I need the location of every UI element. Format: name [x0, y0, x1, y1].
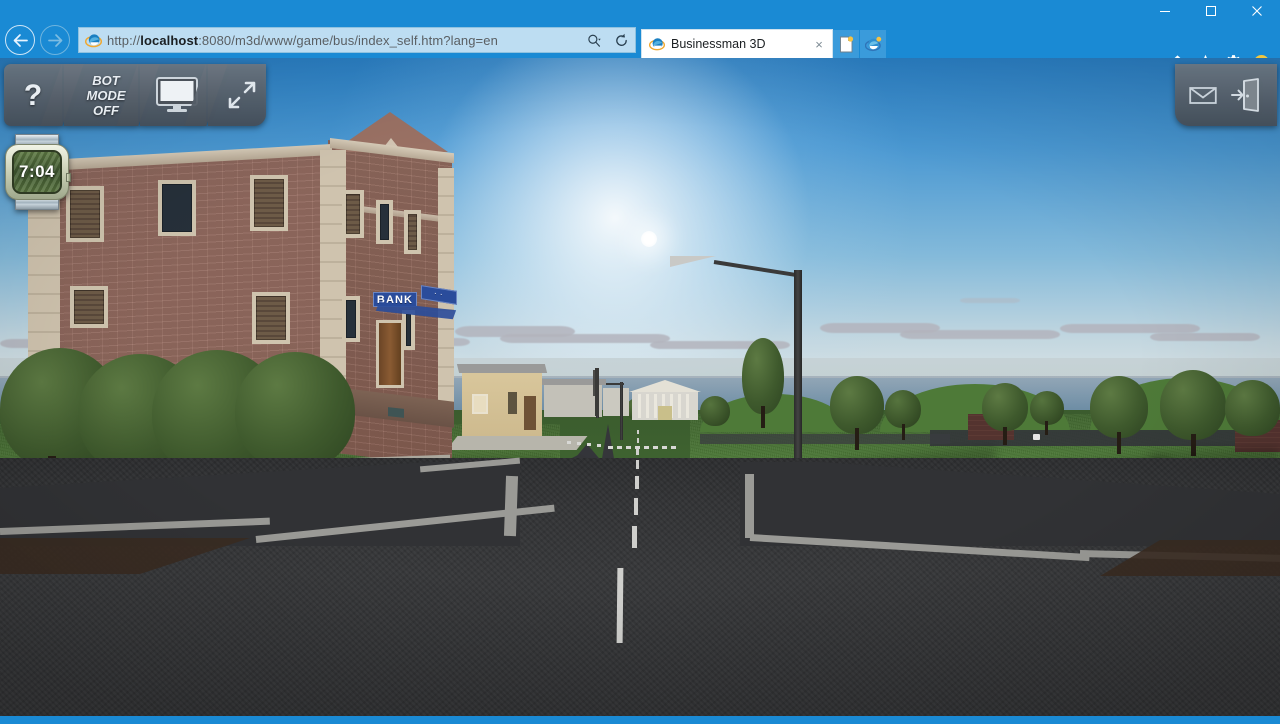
crosswalk-marking	[644, 446, 649, 449]
curb	[745, 474, 754, 538]
crosswalk-marking	[671, 446, 676, 449]
cloud	[1150, 333, 1260, 341]
capitol-building	[628, 380, 702, 422]
bank-window	[250, 175, 288, 231]
back-button[interactable]	[5, 25, 35, 55]
tab-title: Businessman 3D	[671, 37, 766, 51]
bank-window	[342, 296, 360, 342]
ie-logo-icon	[82, 32, 104, 49]
display-mode-button[interactable]	[140, 64, 228, 126]
cream-building-roof	[456, 364, 548, 373]
watch-crown	[66, 173, 71, 182]
bot-mode-button-label: BOT MODE OFF	[86, 72, 126, 118]
curb	[503, 475, 519, 537]
watch-widget[interactable]: 7:04	[4, 134, 71, 210]
exit-door-icon[interactable]	[1231, 78, 1263, 112]
bot-mode-button[interactable]: BOT MODE OFF	[64, 64, 160, 126]
bank-window	[404, 210, 421, 254]
3d-scene: BANK · ·	[0, 58, 1280, 716]
title-bar[interactable]	[0, 0, 1280, 22]
cream-building-window	[508, 392, 517, 414]
url-text: http://localhost:8080/m3d/www/game/bus/i…	[107, 32, 498, 48]
cream-building-window	[472, 394, 488, 414]
bank-window	[252, 292, 290, 344]
address-bar[interactable]: http://localhost:8080/m3d/www/game/bus/i…	[78, 27, 636, 53]
crosswalk-marking	[608, 446, 613, 449]
cloud	[500, 334, 670, 343]
bank-quoin	[438, 168, 454, 404]
maximize-button[interactable]	[1188, 0, 1234, 22]
lane-marking	[634, 498, 638, 515]
resize-arrows-icon	[226, 79, 258, 111]
lane-marking	[616, 567, 624, 644]
cloud	[1060, 324, 1200, 333]
sun	[641, 231, 657, 247]
crosswalk-marking	[617, 446, 622, 449]
fullscreen-button[interactable]	[208, 64, 266, 126]
crosswalk-marking	[635, 446, 640, 449]
browser-window: http://localhost:8080/m3d/www/game/bus/i…	[0, 0, 1280, 724]
help-button[interactable]: ?	[4, 64, 84, 126]
refresh-icon[interactable]	[608, 27, 635, 53]
crosswalk-marking	[662, 446, 667, 449]
bank-window	[376, 200, 393, 244]
distant-building	[603, 388, 629, 416]
cloud	[960, 298, 1020, 303]
ie-logo-icon	[649, 36, 667, 52]
forward-button[interactable]	[40, 25, 70, 55]
minimize-button[interactable]	[1142, 0, 1188, 22]
tab-businessman-3d[interactable]: Businessman 3D ×	[642, 30, 832, 58]
watch-time: 7:04	[18, 162, 56, 181]
street-lamp-head	[670, 256, 716, 267]
tab-strip: Businessman 3D ×	[642, 22, 886, 58]
bank-entrance-door	[376, 320, 404, 388]
cloud	[900, 330, 1060, 339]
crosswalk-marking	[626, 446, 631, 449]
browser-chrome: http://localhost:8080/m3d/www/game/bus/i…	[0, 0, 1280, 70]
bank-window	[158, 180, 196, 236]
ie-new-tab-icon[interactable]	[860, 30, 886, 58]
game-toolbar-right	[1175, 64, 1277, 126]
bank-window	[66, 186, 104, 242]
distant-street-lamp-arm	[606, 383, 624, 385]
new-page-icon[interactable]	[833, 30, 859, 58]
search-icon[interactable]	[581, 27, 608, 53]
crosswalk-marking	[587, 443, 591, 446]
lane-marking	[637, 430, 639, 434]
utility-pole	[595, 368, 599, 416]
crosswalk-marking	[597, 444, 601, 447]
lane-marking	[636, 460, 639, 469]
window-controls	[1142, 0, 1280, 22]
close-icon[interactable]: ×	[810, 38, 828, 51]
navigation-bar: http://localhost:8080/m3d/www/game/bus/i…	[0, 22, 1280, 70]
game-toolbar-left: ? BOT MODE OFF	[4, 64, 268, 126]
basement-vent	[388, 407, 404, 418]
crosswalk-marking	[577, 442, 581, 445]
window-bottom-edge	[0, 716, 1280, 724]
watch-face: 7:04	[12, 150, 62, 194]
lane-marking	[636, 448, 639, 455]
watch-case: 7:04	[5, 144, 71, 200]
lane-marking	[637, 438, 639, 443]
crosswalk-marking	[567, 441, 571, 444]
close-button[interactable]	[1234, 0, 1280, 22]
bank-window	[70, 286, 108, 328]
help-button-label: ?	[23, 78, 43, 112]
game-viewport[interactable]: BANK · · ? BOT MODE OFF 7:04	[0, 58, 1280, 716]
envelope-icon[interactable]	[1189, 85, 1217, 105]
lane-marking	[635, 476, 639, 489]
lane-marking	[632, 526, 637, 548]
bank-window	[342, 190, 364, 238]
crosswalk-marking	[653, 446, 658, 449]
